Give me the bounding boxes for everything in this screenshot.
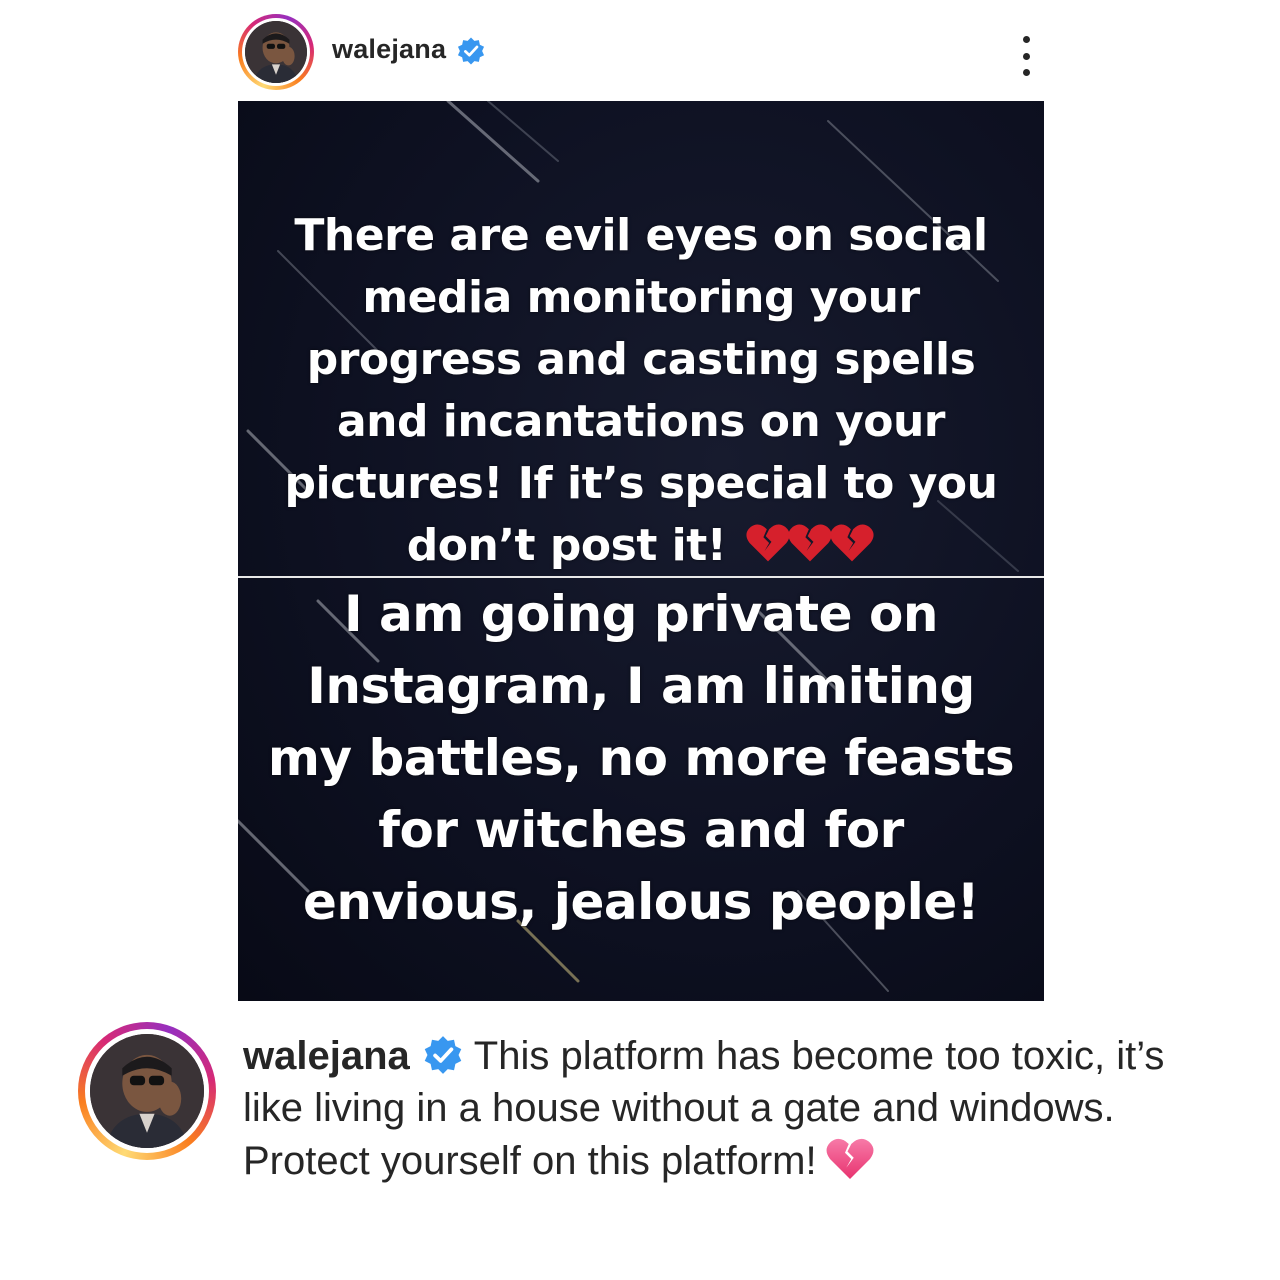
verified-badge-icon	[456, 36, 486, 66]
header-avatar[interactable]	[238, 14, 314, 90]
avatar-photo	[90, 1034, 204, 1148]
pink-broken-heart-icon	[825, 1134, 875, 1184]
image-quote-top-text: There are evil eyes on social media moni…	[284, 210, 998, 571]
more-options-icon[interactable]	[1014, 36, 1038, 76]
post-caption: walejana This platform has become too to…	[243, 1030, 1203, 1187]
image-quote-bottom: I am going private on Instagram, I am li…	[267, 585, 1015, 931]
image-quote-top: There are evil eyes on social media moni…	[258, 205, 1024, 577]
caption-username[interactable]: walejana	[243, 1034, 410, 1078]
broken-heart-icon	[745, 520, 791, 566]
header-username[interactable]: walejana	[332, 34, 446, 65]
post-header: walejana	[238, 14, 1050, 90]
verified-badge-icon	[422, 1034, 464, 1076]
post-image[interactable]: There are evil eyes on social media moni…	[238, 101, 1044, 1001]
broken-heart-icon	[829, 520, 875, 566]
avatar-photo	[245, 21, 307, 83]
broken-heart-icon	[787, 520, 833, 566]
caption-avatar[interactable]	[78, 1022, 216, 1160]
